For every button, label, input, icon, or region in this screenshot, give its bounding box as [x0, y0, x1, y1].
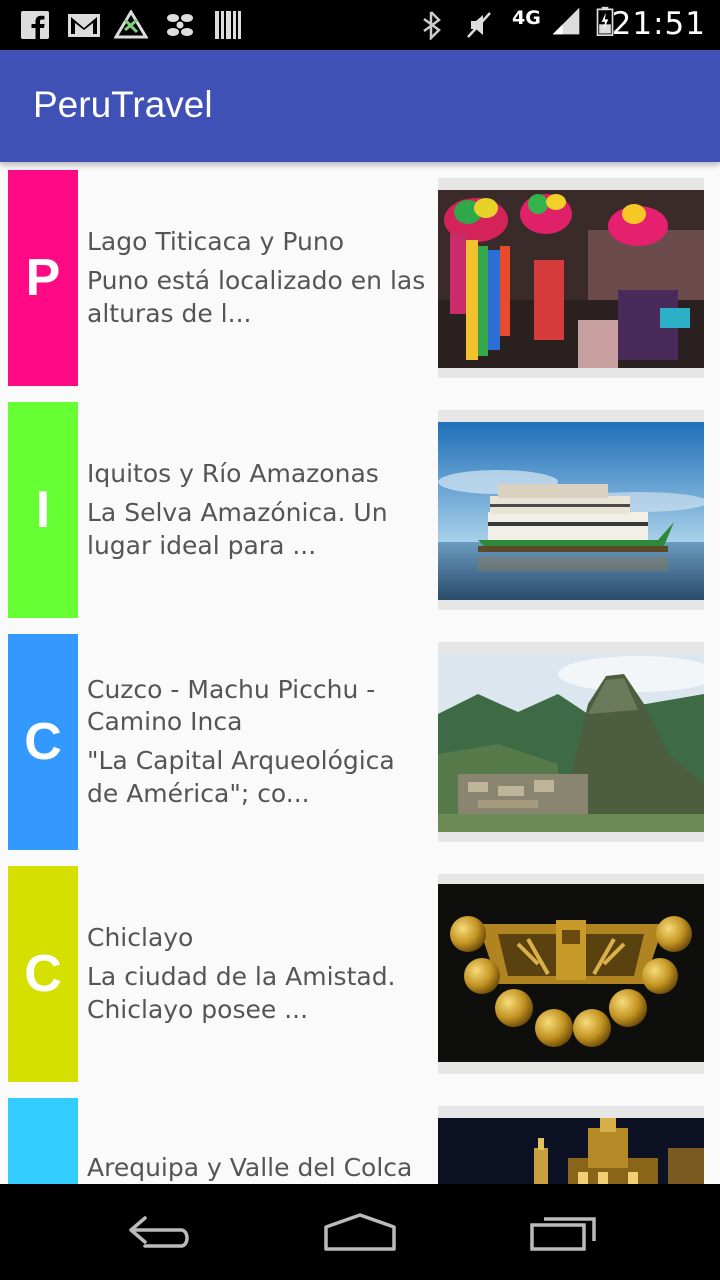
letter-badge-text: P — [25, 249, 61, 307]
list-item-text: Arequipa y Valle del Colca — [87, 1098, 427, 1184]
letter-badge: C — [8, 634, 78, 850]
amazon-riverboat-photo — [438, 422, 704, 600]
letter-badge-text: I — [35, 481, 51, 539]
home-button[interactable] — [320, 1204, 400, 1260]
recents-button[interactable] — [522, 1204, 602, 1260]
thumbnail-frame — [438, 410, 704, 610]
thumbnail-frame — [438, 1106, 704, 1184]
thumbnail-frame — [438, 642, 704, 842]
list-item-description: La Selva Amazónica. Un lugar ideal para … — [87, 498, 388, 560]
back-button[interactable] — [120, 1204, 200, 1260]
app-title: PeruTravel — [33, 84, 213, 125]
status-bar: 4G 21:51 — [0, 0, 720, 50]
puno-festival-photo — [438, 190, 704, 368]
thumbnail-frame — [438, 178, 704, 378]
back-icon — [129, 1216, 189, 1248]
gold-ornament-photo — [438, 884, 704, 1062]
facebook-icon — [21, 11, 49, 40]
letter-badge: P — [8, 170, 78, 386]
list-item-title: Iquitos y Río Amazonas — [87, 459, 379, 488]
list-item-text: Lago Titicaca y Puno Puno está localizad… — [87, 170, 427, 386]
mute-icon — [467, 12, 491, 38]
list-item[interactable]: C Chiclayo La ciudad de la Amistad. Chic… — [0, 858, 720, 1090]
list-item[interactable]: C Cuzco - Machu Picchu - Camino Inca "La… — [0, 626, 720, 858]
arequipa-cathedral-photo — [438, 1118, 704, 1184]
fan-icon — [167, 14, 193, 36]
network-type: 4G — [512, 7, 541, 29]
list-item[interactable]: Arequipa y Valle del Colca — [0, 1090, 720, 1184]
list-item-description: "La Capital Arqueológica de América"; co… — [87, 746, 395, 808]
clock: 21:51 — [611, 6, 706, 42]
list-item-description: Puno está localizado en las alturas de l… — [87, 266, 426, 328]
app-bar: PeruTravel — [0, 50, 720, 162]
signal-icon — [552, 7, 580, 35]
list-item-title: Cuzco - Machu Picchu - Camino Inca — [87, 675, 376, 736]
navigation-bar — [0, 1184, 720, 1280]
list-item-title: Chiclayo — [87, 923, 194, 952]
list-item-title: Arequipa y Valle del Colca — [87, 1153, 413, 1182]
letter-badge: C — [8, 866, 78, 1082]
list-item-text: Cuzco - Machu Picchu - Camino Inca "La C… — [87, 634, 427, 850]
letter-badge-text: C — [24, 945, 62, 1003]
list-item-text: Iquitos y Río Amazonas La Selva Amazónic… — [87, 402, 427, 618]
destination-list[interactable]: P Lago Titicaca y Puno Puno está localiz… — [0, 162, 720, 1184]
app-icon — [114, 10, 148, 39]
bluetooth-icon — [423, 11, 441, 40]
home-icon — [324, 1213, 396, 1251]
list-item-title: Lago Titicaca y Puno — [87, 227, 344, 256]
recents-icon — [530, 1217, 596, 1251]
thumbnail-frame — [438, 874, 704, 1074]
list-item[interactable]: I Iquitos y Río Amazonas La Selva Amazón… — [0, 394, 720, 626]
barcode-icon — [215, 11, 241, 39]
letter-badge: I — [8, 402, 78, 618]
list-item[interactable]: P Lago Titicaca y Puno Puno está localiz… — [0, 162, 720, 394]
letter-badge — [8, 1098, 78, 1184]
letter-badge-text: C — [24, 713, 62, 771]
machu-picchu-photo — [438, 654, 704, 832]
list-item-text: Chiclayo La ciudad de la Amistad. Chicla… — [87, 866, 427, 1082]
list-item-description: La ciudad de la Amistad. Chiclayo posee … — [87, 962, 396, 1024]
gmail-icon — [68, 14, 100, 37]
